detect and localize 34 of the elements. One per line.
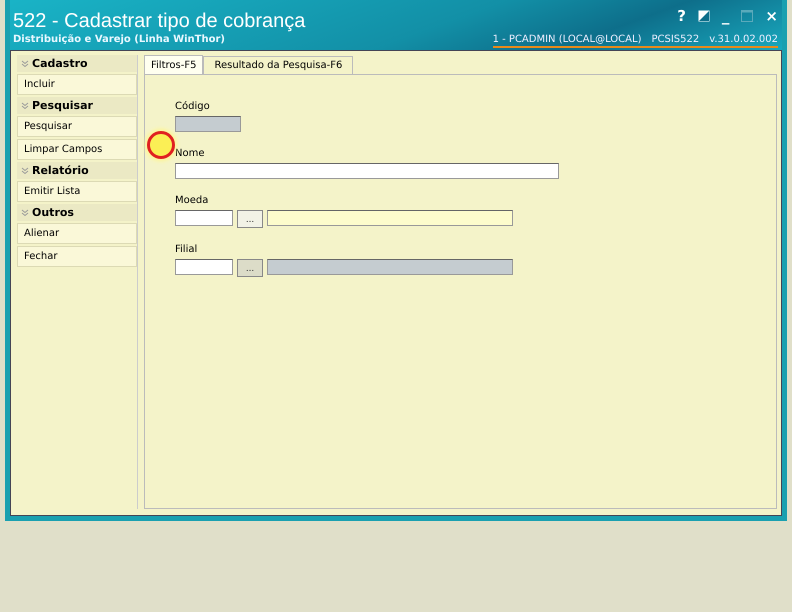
- contrast-icon[interactable]: [698, 10, 710, 22]
- name-field[interactable]: [175, 163, 559, 179]
- sidebar-item[interactable]: Incluir: [17, 74, 137, 95]
- help-button[interactable]: ?: [677, 8, 686, 24]
- chevron-icon: [21, 166, 29, 174]
- lookup-button[interactable]: ...: [237, 210, 263, 228]
- group-header[interactable]: Relatório: [17, 162, 137, 179]
- version-label: v.31.0.02.002: [709, 34, 778, 45]
- window-title: 522 - Cadastrar tipo de cobrança: [13, 9, 306, 34]
- sidebar-item[interactable]: Alienar: [17, 223, 137, 244]
- group-header[interactable]: Outros: [17, 204, 137, 221]
- input-field[interactable]: [175, 210, 233, 226]
- tab[interactable]: Resultado da Pesquisa-F6: [203, 56, 354, 74]
- group-header[interactable]: Pesquisar: [17, 97, 137, 114]
- input-field[interactable]: [175, 259, 233, 275]
- chevron-icon: [21, 102, 29, 110]
- field-label: Filial: [175, 244, 198, 255]
- field-label: Nome: [175, 148, 206, 159]
- chevron-icon: [21, 60, 29, 68]
- group-header[interactable]: Cadastro: [17, 55, 137, 72]
- sidebar-item[interactable]: Pesquisar: [17, 116, 137, 137]
- sidebar-item[interactable]: Fechar: [17, 246, 137, 267]
- minimize-button[interactable]: _: [722, 8, 730, 24]
- sidebar-item[interactable]: Emitir Lista: [17, 181, 137, 202]
- program-code: PCSIS522: [651, 34, 700, 45]
- field-label: Moeda: [175, 195, 210, 206]
- click-indicator: [147, 131, 175, 159]
- session-info: 1 - PCADMIN (LOCAL@LOCAL): [492, 34, 642, 45]
- chevron-icon: [21, 208, 29, 216]
- window-subtitle: Distribuição e Varejo (Linha WinThor): [13, 34, 226, 45]
- field-label: Código: [175, 101, 211, 112]
- tab[interactable]: Filtros-F5: [144, 55, 204, 74]
- sidebar-item[interactable]: Limpar Campos: [17, 139, 137, 160]
- close-button[interactable]: ×: [765, 8, 778, 24]
